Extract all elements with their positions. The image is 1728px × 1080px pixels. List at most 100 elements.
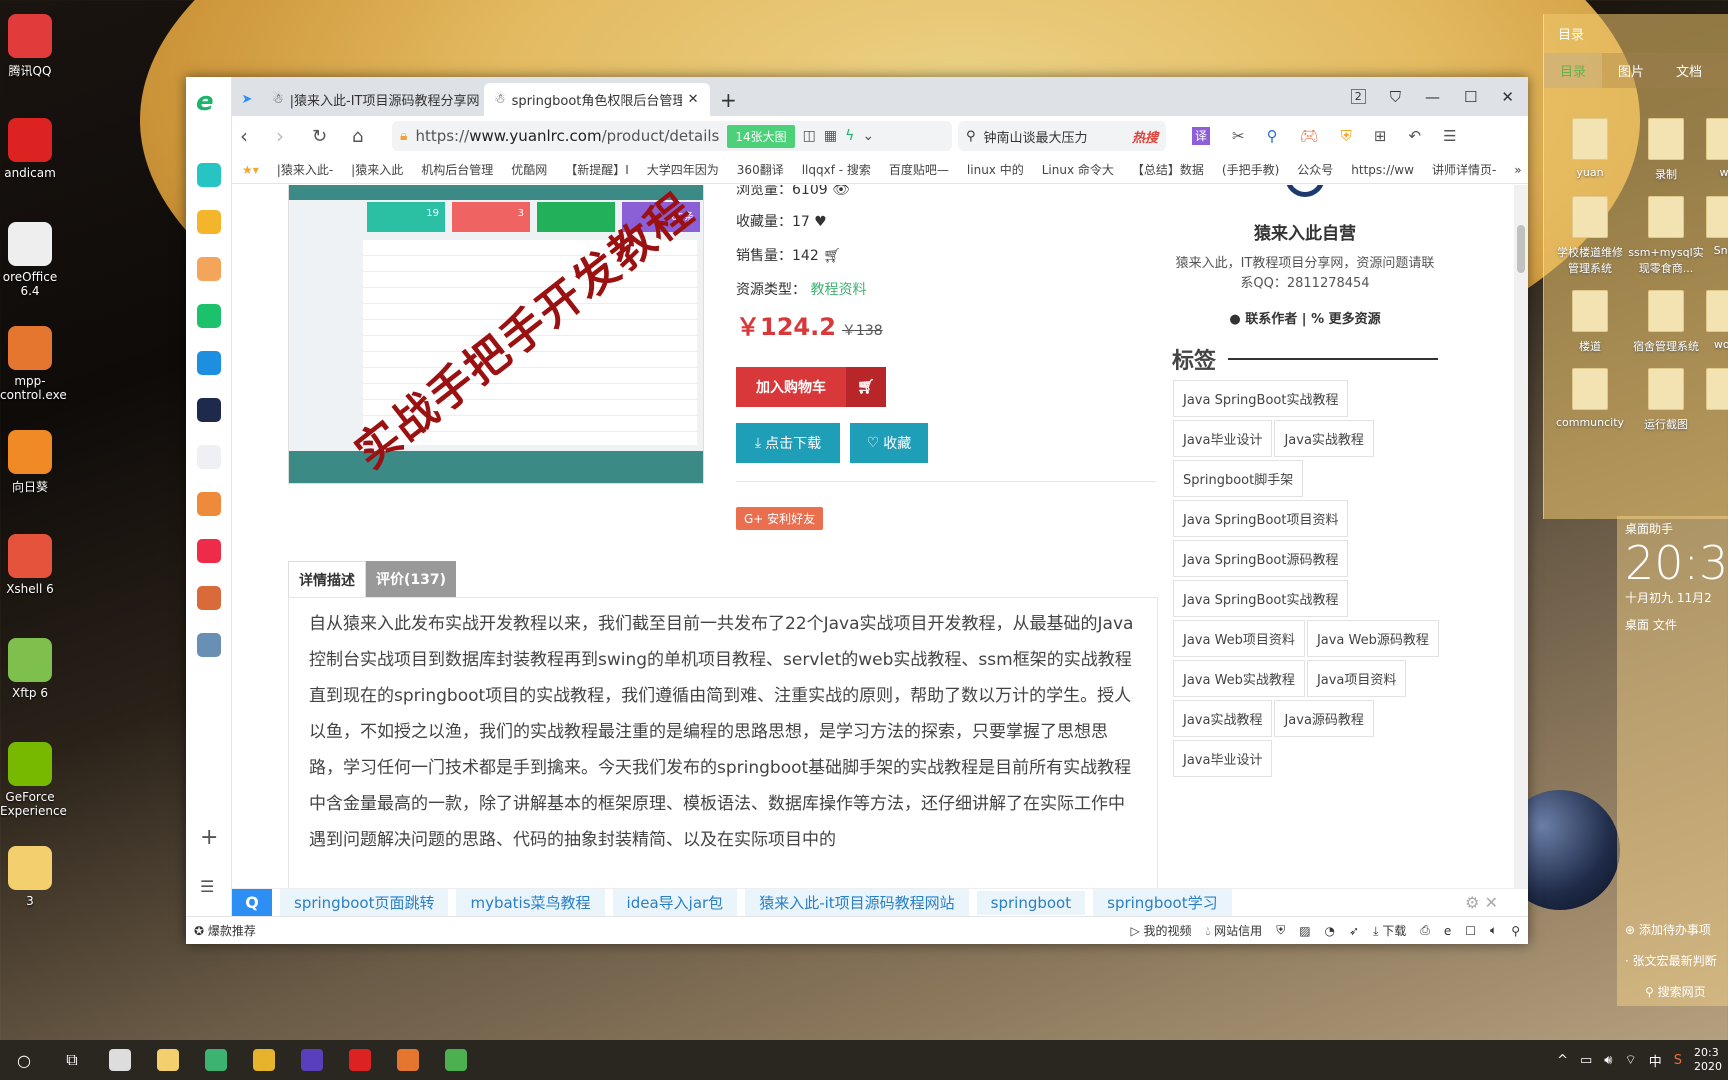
window-icon[interactable]: ☐ bbox=[1465, 924, 1476, 938]
search-box[interactable]: ⚲ 钟南山谈最大压力 热搜 bbox=[958, 121, 1166, 151]
taskbar-search-icon[interactable]: ○ bbox=[0, 1040, 48, 1080]
game-icon[interactable] bbox=[197, 586, 221, 610]
new-tab-button[interactable]: + bbox=[710, 83, 747, 116]
speed-icon[interactable]: ϟ bbox=[845, 128, 854, 144]
close-tab-icon[interactable]: ✕ bbox=[688, 92, 699, 107]
hot-word-link[interactable]: 猿来入此-it项目源码教程网站 bbox=[745, 889, 969, 916]
address-bar[interactable]: 🔒︎ https://www.yuanlrc.com/product/detai… bbox=[392, 121, 952, 151]
tray-battery-icon[interactable]: ▭ bbox=[1580, 1053, 1592, 1068]
magnifier-icon[interactable]: ⚲ bbox=[1267, 127, 1278, 145]
widget-file[interactable]: communcity bbox=[1552, 368, 1628, 432]
translate-icon[interactable]: 译 bbox=[1192, 127, 1211, 145]
tag-link[interactable]: Java毕业设计 bbox=[1173, 740, 1273, 777]
bookmark-item[interactable]: |猿来入此- bbox=[277, 161, 333, 178]
undo-icon[interactable]: ↶ bbox=[1408, 127, 1421, 145]
download-manager[interactable]: ⤓ 下载 bbox=[1373, 922, 1406, 939]
tab-description[interactable]: 详情描述 bbox=[288, 561, 366, 598]
hot-recommend[interactable]: ✪ 爆款推荐 bbox=[194, 922, 256, 939]
hotbar-controls[interactable]: ⚙ ✕ bbox=[1465, 893, 1528, 912]
site-credit-button[interactable]: 💧︎ 网站信用 bbox=[1206, 922, 1263, 939]
news-app-icon[interactable] bbox=[197, 398, 221, 422]
widget-file[interactable]: 楼道 bbox=[1552, 290, 1628, 354]
share-button[interactable]: G+ 安利好友 bbox=[736, 507, 824, 530]
taskbar-app-green-icon[interactable] bbox=[432, 1040, 480, 1080]
gamepad-icon[interactable]: 🎮︎ bbox=[1300, 127, 1319, 145]
widget-file[interactable]: ssm+mysql实现零食商... bbox=[1628, 196, 1704, 276]
big-image-button[interactable]: 14张大图 bbox=[727, 124, 795, 148]
apps-grid-icon[interactable]: ⊞ bbox=[1374, 127, 1387, 145]
app-p-icon[interactable] bbox=[197, 351, 221, 375]
desktop-icon[interactable]: 3 bbox=[0, 846, 60, 908]
tag-link[interactable]: Java毕业设计 bbox=[1173, 420, 1273, 457]
sidebar-menu-icon[interactable]: ☰ bbox=[200, 877, 214, 896]
bookmark-item[interactable]: 【新提醒】I bbox=[565, 161, 629, 178]
tab-reviews[interactable]: 评价(137) bbox=[366, 561, 457, 598]
bookmark-item[interactable]: 百度贴吧— bbox=[889, 161, 949, 178]
favorites-icon[interactable] bbox=[197, 210, 221, 234]
widget-file[interactable] bbox=[1704, 368, 1728, 432]
print-icon[interactable]: ⎙ bbox=[1420, 923, 1430, 938]
speed-icon[interactable]: ◔ bbox=[1325, 924, 1335, 938]
tag-link[interactable]: Java Web源码教程 bbox=[1306, 620, 1439, 657]
shield-icon[interactable]: ⛨ bbox=[1276, 923, 1285, 938]
taskbar-task-view-icon[interactable]: ⧉ bbox=[48, 1040, 96, 1080]
url-dropdown-icon[interactable]: ⌄ bbox=[862, 128, 874, 144]
widget-tab-images[interactable]: 图片 bbox=[1602, 53, 1660, 88]
hot-search-badge[interactable]: 热搜 bbox=[1132, 127, 1158, 146]
reload-button[interactable]: ↻ bbox=[312, 126, 346, 147]
back-button[interactable]: ‹ bbox=[240, 124, 270, 148]
bookmark-item[interactable]: |猿来入此 bbox=[351, 161, 403, 178]
tab-2-active[interactable]: ☃ springboot角色权限后台管理系 ✕ bbox=[484, 83, 710, 116]
page-scrollbar[interactable] bbox=[1514, 185, 1528, 888]
bookmark-item[interactable]: linux 中的 bbox=[967, 161, 1024, 178]
hot-word-link[interactable]: springboot页面跳转 bbox=[280, 889, 449, 916]
home-button[interactable]: ⌂ bbox=[352, 126, 386, 147]
widget-file[interactable]: 宿舍管理系统 bbox=[1628, 290, 1704, 354]
word-doc-icon[interactable] bbox=[197, 445, 221, 469]
desktop-icon[interactable]: andicam bbox=[0, 118, 60, 180]
close-button[interactable]: ✕ bbox=[1501, 88, 1514, 106]
tag-link[interactable]: Springboot脚手架 bbox=[1173, 460, 1304, 497]
tag-link[interactable]: Java SpringBoot实战教程 bbox=[1173, 380, 1349, 417]
weibo-icon[interactable] bbox=[197, 257, 221, 281]
bookmark-item[interactable]: 优酷网 bbox=[511, 161, 547, 178]
widget-file[interactable]: wor bbox=[1704, 290, 1728, 354]
novel-icon[interactable] bbox=[197, 492, 221, 516]
bookmark-item[interactable]: 讲师详情页- bbox=[1432, 161, 1496, 178]
shop-icon[interactable] bbox=[197, 539, 221, 563]
desktop-icon[interactable]: oreOffice 6.4 bbox=[0, 222, 60, 298]
tray-ime[interactable]: 中 bbox=[1649, 1051, 1662, 1070]
maximize-button[interactable]: ☐ bbox=[1464, 88, 1477, 106]
resource-type-link[interactable]: 教程资料 bbox=[810, 282, 866, 298]
desktop-icon[interactable]: mpp-control.exe bbox=[0, 326, 67, 402]
tray-volume-icon[interactable]: 🔊︎ bbox=[1604, 1053, 1612, 1068]
tab-1[interactable]: ☃ |猿来入此-IT项目源码教程分享网 bbox=[262, 83, 484, 116]
widget-file[interactable]: 学校楼道维修管理系统 bbox=[1552, 196, 1628, 276]
tag-link[interactable]: Java SpringBoot项目资料 bbox=[1173, 500, 1349, 537]
sound-icon[interactable]: 🔈︎ bbox=[1490, 923, 1497, 938]
reader-mode-icon[interactable]: ◫ bbox=[803, 128, 816, 144]
hot-word-link[interactable]: springboot bbox=[976, 890, 1086, 915]
bookmark-item[interactable]: 360翻译 bbox=[737, 161, 784, 178]
widget-tab-docs[interactable]: 文档 bbox=[1660, 53, 1718, 88]
web-search[interactable]: ⚲ 搜索网页 bbox=[1645, 983, 1728, 1000]
tag-link[interactable]: Java实战教程 bbox=[1173, 700, 1273, 737]
desktop-icon[interactable]: 腾讯QQ bbox=[0, 14, 60, 79]
add-sidebar-icon[interactable]: + bbox=[200, 825, 218, 850]
widget-file[interactable]: 运行截图 bbox=[1628, 368, 1704, 432]
hot-word-link[interactable]: idea导入jar包 bbox=[612, 889, 738, 916]
taskbar-chrome-icon[interactable] bbox=[240, 1040, 288, 1080]
tray-clock[interactable]: 20:3 2020 bbox=[1694, 1046, 1722, 1074]
forward-button[interactable]: › bbox=[276, 124, 306, 148]
add-todo[interactable]: ⊕ 添加待办事项 bbox=[1625, 921, 1728, 938]
hot-word-link[interactable]: springboot学习 bbox=[1093, 889, 1232, 916]
taskbar-app-icon[interactable] bbox=[96, 1040, 144, 1080]
taskbar-xampp-icon[interactable] bbox=[384, 1040, 432, 1080]
game-pubg-icon[interactable] bbox=[197, 633, 221, 657]
bookmark-item[interactable]: (手把手教) bbox=[1222, 161, 1279, 178]
qr-icon[interactable]: ▦ bbox=[824, 128, 837, 144]
taskbar-bandicam-icon[interactable] bbox=[336, 1040, 384, 1080]
desktop-icon[interactable]: 向日葵 bbox=[0, 430, 60, 495]
mail-icon[interactable] bbox=[197, 304, 221, 328]
tray-network-icon[interactable]: ⌔ bbox=[1624, 1052, 1636, 1068]
